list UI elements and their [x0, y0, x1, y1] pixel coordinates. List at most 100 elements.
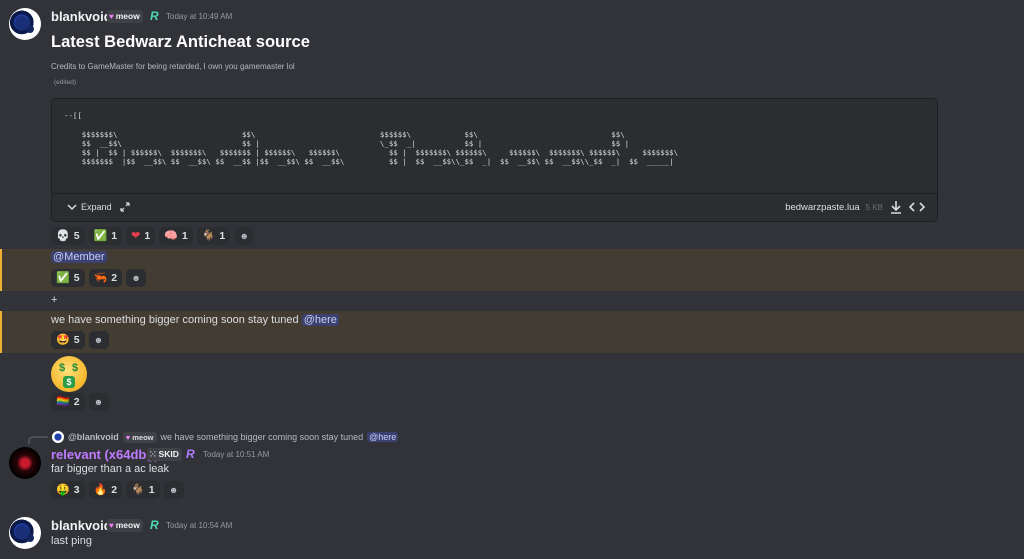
message-text: last ping	[51, 535, 92, 547]
code-line: $$ __$$\ $$ | \_$$ _| $$ | $$ |	[64, 138, 630, 148]
reaction-chip[interactable]: 🤩 5	[51, 331, 85, 349]
badge-label: SKID	[158, 449, 179, 459]
code-toolbar: Expand bedwarzpaste.lua 5 KB	[52, 193, 937, 221]
add-reaction-button[interactable]: ☻	[88, 393, 109, 411]
code-line: $$$$$$$ |$$ __$$\ $$ __$$\ $$ __$$ |$$ _…	[64, 157, 674, 167]
reaction-bar: 🤩 5 ☻	[51, 331, 109, 349]
reaction-chip[interactable]: ✅ 1	[88, 227, 123, 245]
reaction-count: 5	[73, 334, 80, 346]
code-icon[interactable]	[909, 200, 925, 214]
star-struck-icon: 🤩	[56, 334, 70, 346]
reaction-chip[interactable]: ❤ 1	[126, 227, 156, 245]
reaction-chip[interactable]: 💀 5	[51, 227, 85, 245]
fullscreen-icon[interactable]	[119, 202, 130, 212]
smiley-add-icon: ☻	[239, 231, 249, 241]
reaction-bar: ✅ 5 🦐 2 ☻	[51, 269, 147, 287]
reaction-chip[interactable]: 🦐 2	[88, 269, 123, 287]
code-line: --[[	[64, 111, 82, 120]
mention-highlight	[0, 249, 1024, 291]
username[interactable]: relevant (x64dbg)	[51, 447, 159, 462]
role-badge[interactable]: ♥ meow	[107, 10, 143, 23]
r-logo-icon: R	[186, 447, 195, 461]
role-mention[interactable]: @Member	[51, 251, 107, 263]
code-line: $$ | $$ | $$$$$$\ $$$$$$$\ $$$$$$$ | $$$…	[64, 148, 679, 158]
add-reaction-button[interactable]: ☻	[88, 331, 109, 349]
reaction-chip[interactable]: ✅ 5	[51, 269, 85, 287]
message-subtitle: Credits to GameMaster for being retarded…	[51, 62, 295, 71]
username[interactable]: blankvoid	[51, 9, 112, 24]
fire-icon: 🔥	[93, 484, 108, 496]
role-badge[interactable]: ⁙ SKID	[147, 448, 182, 461]
username[interactable]: blankvoid	[51, 518, 112, 533]
money-mouth-face-icon[interactable]: $ $ $	[51, 356, 87, 392]
smiley-add-icon: ☻	[168, 485, 179, 495]
expand-button[interactable]: Expand	[67, 202, 130, 212]
reaction-count: 5	[73, 272, 80, 284]
message-body: we have something bigger coming soon sta…	[51, 314, 299, 326]
heart-icon: ♥	[109, 12, 114, 21]
avatar[interactable]	[9, 517, 41, 549]
shrimp-icon: 🦐	[93, 272, 108, 284]
chevron-down-icon	[67, 204, 77, 211]
badge-label: meow	[115, 520, 140, 530]
message-text: we have something bigger coming soon sta…	[51, 314, 339, 326]
reply-text: we have something bigger coming soon sta…	[160, 432, 364, 442]
reaction-count: 2	[111, 484, 118, 496]
dots-icon: ⁙	[149, 449, 157, 459]
r-logo-icon: R	[150, 9, 159, 23]
here-mention[interactable]: @here	[301, 314, 339, 326]
reaction-chip[interactable]: 🧠 1	[159, 227, 193, 245]
avatar[interactable]	[9, 8, 41, 40]
reaction-bar: 💀 5 ✅ 1 ❤ 1 🧠 1 🐐 1 ☻	[51, 227, 255, 245]
expand-label: Expand	[81, 202, 112, 212]
reaction-count: 1	[219, 230, 226, 242]
goat-icon: 🐐	[201, 230, 216, 242]
reaction-bar: 🏳‍🌈 2 ☻	[51, 393, 109, 411]
badge-label: meow	[115, 11, 140, 21]
dollar-tongue: $	[63, 376, 75, 388]
role-badge[interactable]: ♥ meow	[107, 519, 143, 532]
reaction-count: 2	[111, 272, 118, 284]
reaction-count: 2	[73, 396, 80, 408]
skull-icon: 💀	[56, 230, 70, 242]
role-badge: ♥ meow	[122, 431, 157, 443]
avatar	[52, 431, 64, 443]
dollar-eye: $	[59, 362, 66, 374]
timestamp: Today at 10:51 AM	[203, 450, 270, 459]
message-text: far bigger than a ac leak	[51, 463, 170, 475]
download-icon[interactable]	[889, 200, 903, 214]
reply-spine	[28, 436, 48, 444]
reaction-count: 5	[73, 230, 80, 242]
add-reaction-button[interactable]: ☻	[234, 227, 255, 245]
file-info: bedwarzpaste.lua 5 KB	[785, 200, 925, 214]
reply-username[interactable]: @blankvoid	[68, 432, 119, 442]
code-line: $$$$$$$\ $$\ $$$$$$\ $$\ $$\	[64, 129, 625, 139]
check-icon: ✅	[93, 230, 108, 242]
timestamp: Today at 10:54 AM	[166, 521, 233, 530]
avatar[interactable]	[9, 447, 41, 479]
reaction-chip[interactable]: 🔥 2	[88, 481, 123, 499]
reaction-chip[interactable]: 🐐 1	[126, 481, 160, 499]
add-reaction-button[interactable]: ☻	[163, 481, 184, 499]
reaction-chip[interactable]: 🐐 1	[196, 227, 231, 245]
check-icon: ✅	[56, 272, 70, 284]
brain-icon: 🧠	[164, 230, 178, 242]
code-preview: --[[ $$$$$$$\ $$\ $$$$$$\ $$\ $$\ $$ __$…	[64, 111, 678, 167]
reaction-count: 1	[148, 484, 155, 496]
reaction-chip[interactable]: 🏳‍🌈 2	[51, 393, 85, 411]
file-size: 5 KB	[865, 202, 883, 212]
reaction-count: 1	[111, 230, 118, 242]
here-mention[interactable]: @here	[367, 432, 399, 442]
reaction-chip[interactable]: 🤑 3	[51, 481, 85, 499]
reaction-count: 3	[73, 484, 80, 496]
heart-icon: ♥	[109, 521, 114, 530]
reply-preview[interactable]: @blankvoid ♥ meow we have something bigge…	[52, 431, 399, 443]
r-logo-icon: R	[150, 518, 159, 532]
file-name[interactable]: bedwarzpaste.lua	[785, 202, 859, 213]
message-title: Latest Bedwarz Anticheat source	[51, 33, 310, 51]
timestamp: Today at 10:49 AM	[166, 12, 233, 21]
money-mouth-icon: 🤑	[56, 484, 70, 496]
add-reaction-button[interactable]: ☻	[126, 269, 147, 287]
goat-icon: 🐐	[131, 484, 145, 496]
